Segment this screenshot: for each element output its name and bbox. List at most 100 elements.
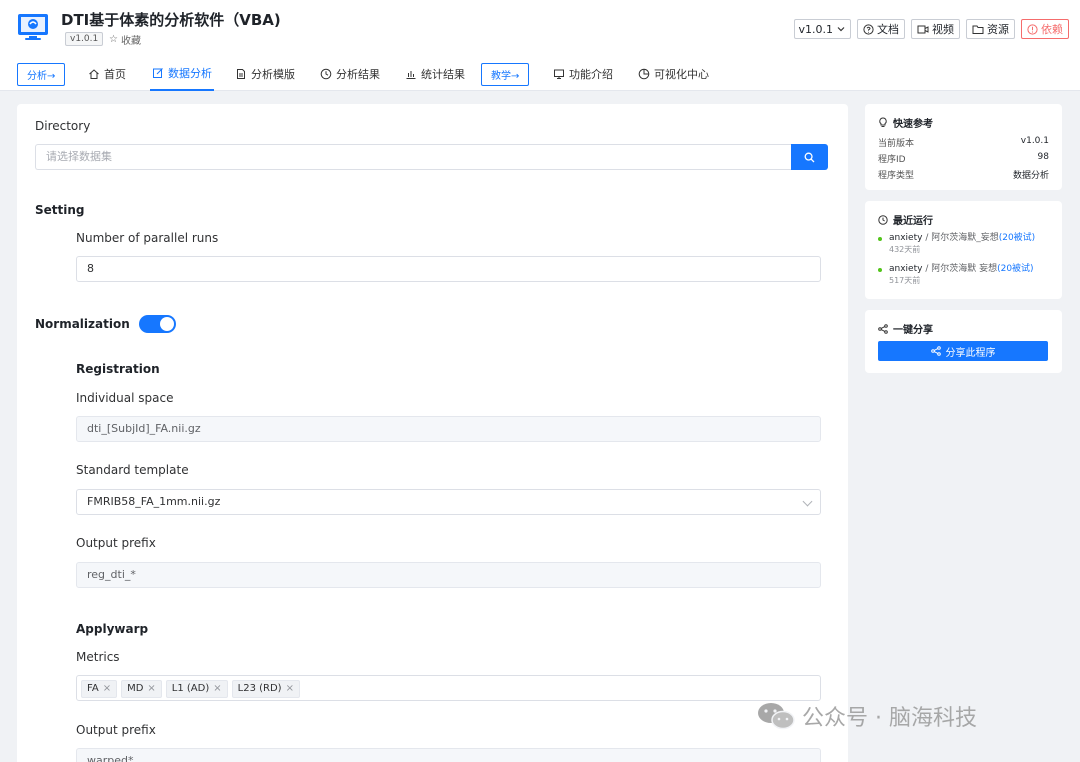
close-icon[interactable]: × xyxy=(213,681,221,697)
clock-icon xyxy=(320,68,332,79)
watermark-text: 公众号 · 脑海科技 xyxy=(802,706,977,731)
metric-tag-label: L1 (AD) xyxy=(171,683,210,694)
run-time: 432天前 xyxy=(889,245,921,254)
quick-ref-row: 当前版本 v1.0.1 xyxy=(878,136,1049,149)
standard-template-value: FMRIB58_FA_1mm.nii.gz xyxy=(87,495,221,508)
run-name: anxiety xyxy=(889,233,923,243)
output-prefix2-input[interactable]: warped* xyxy=(76,748,821,762)
app-header: DTI基于体素的分析软件（VBA) v1.0.1 ☆ 收藏 v1.0.1 文档 … xyxy=(0,0,1080,56)
recent-run-item[interactable]: anxiety / 阿尔茨海默 妄想(20被试) 517天前 xyxy=(878,264,1034,286)
metric-tag: L1 (AD) × xyxy=(165,680,228,698)
nav-label: 可视化中心 xyxy=(654,67,709,81)
resources-label: 资源 xyxy=(987,23,1009,36)
favorite-label: 收藏 xyxy=(120,36,141,47)
wechat-icon xyxy=(758,703,795,730)
search-icon xyxy=(804,152,815,162)
recent-runs-title: 最近运行 xyxy=(878,212,933,227)
run-time: 517天前 xyxy=(889,276,921,285)
share-title: 一键分享 xyxy=(878,321,933,336)
nav-label: 功能介绍 xyxy=(569,67,613,81)
output-prefix-label: Output prefix xyxy=(76,536,156,550)
parallel-runs-input[interactable]: 8 xyxy=(76,256,821,282)
analyze-arrow-button[interactable]: 分析→ xyxy=(17,63,66,86)
quick-reference-card: 快速参考 当前版本 v1.0.1 程序ID 98 程序类型 数据分析 xyxy=(865,104,1062,190)
edit-icon xyxy=(153,67,163,78)
parallel-runs-label: Number of parallel runs xyxy=(76,231,219,245)
chevron-down-icon xyxy=(802,496,813,507)
directory-search-button[interactable] xyxy=(791,144,828,170)
nav-item-visualization-center[interactable]: 可视化中心 xyxy=(638,56,709,91)
share-icon xyxy=(878,323,888,334)
version-select[interactable]: v1.0.1 xyxy=(793,19,851,39)
metric-tag: L23 (RD) × xyxy=(231,680,300,698)
quick-ref-value: v1.0.1 xyxy=(1020,136,1049,146)
individual-space-input[interactable]: dti_[SubjId]_FA.nii.gz xyxy=(76,416,821,442)
close-icon[interactable]: × xyxy=(286,681,294,697)
nav-item-analysis-results[interactable]: 分析结果 xyxy=(320,56,380,91)
nav-label: 分析结果 xyxy=(336,67,380,81)
toggle-knob xyxy=(160,317,174,331)
normalization-toggle[interactable] xyxy=(139,315,176,333)
metrics-multiselect[interactable]: FA × MD × L1 (AD) × L23 (RD) × xyxy=(76,675,821,701)
nav-item-statistics-results[interactable]: 统计结果 xyxy=(405,56,465,91)
nav-item-home[interactable]: 首页 xyxy=(88,56,126,91)
nav-item-features[interactable]: 功能介绍 xyxy=(553,56,613,91)
metric-tag-label: MD xyxy=(127,683,144,694)
video-icon xyxy=(917,25,929,33)
quick-reference-title: 快速参考 xyxy=(878,115,933,130)
metrics-label: Metrics xyxy=(76,650,120,664)
recent-run-item[interactable]: anxiety / 阿尔茨海默_妄想(20被试) 432天前 xyxy=(878,233,1035,255)
setting-title: Setting xyxy=(35,203,85,217)
normalization-title: Normalization xyxy=(35,317,130,331)
quick-ref-value: 98 xyxy=(1037,152,1049,162)
nav-item-analysis-template[interactable]: 分析模版 xyxy=(235,56,295,91)
share-program-button[interactable]: 分享此程序 xyxy=(878,341,1048,361)
close-icon[interactable]: × xyxy=(103,681,111,697)
watermark: 公众号 · 脑海科技 xyxy=(756,700,977,732)
clock-icon xyxy=(878,214,888,225)
quick-reference-label: 快速参考 xyxy=(893,119,933,130)
run-subject-count: (20被试) xyxy=(998,233,1036,243)
dependencies-button[interactable]: 依赖 xyxy=(1021,19,1069,39)
nav-item-data-analysis[interactable]: 数据分析 xyxy=(150,56,214,91)
docs-label: 文档 xyxy=(877,23,899,36)
favorite-button[interactable]: ☆ 收藏 xyxy=(109,32,141,47)
run-project: / 阿尔茨海默 妄想 xyxy=(922,264,998,274)
nav-label: 统计结果 xyxy=(421,67,465,81)
docs-button[interactable]: 文档 xyxy=(857,19,905,39)
output-prefix-input[interactable]: reg_dti_* xyxy=(76,562,821,588)
directory-input[interactable]: 请选择数据集 xyxy=(35,144,791,170)
share-button-label: 分享此程序 xyxy=(945,347,996,359)
dependencies-label: 依赖 xyxy=(1041,23,1063,36)
quick-ref-row: 程序类型 数据分析 xyxy=(878,168,1049,181)
star-icon: ☆ xyxy=(109,34,118,45)
status-dot xyxy=(878,268,882,272)
resources-button[interactable]: 资源 xyxy=(966,19,1015,39)
quick-ref-key: 程序类型 xyxy=(878,171,915,181)
teach-arrow-button[interactable]: 教学→ xyxy=(481,63,530,86)
warning-circle-icon xyxy=(1027,23,1038,35)
version-select-value: v1.0.1 xyxy=(798,22,834,36)
applywarp-title: Applywarp xyxy=(76,622,149,636)
quick-ref-key: 当前版本 xyxy=(878,139,915,149)
share-icon xyxy=(930,346,941,356)
video-label: 视频 xyxy=(932,23,954,36)
document-icon xyxy=(237,68,245,79)
analysis-form-card: Directory 请选择数据集 Setting Number of paral… xyxy=(17,104,848,762)
version-tag: v1.0.1 xyxy=(65,32,104,46)
nav-label: 数据分析 xyxy=(168,66,212,80)
metric-tag-label: L23 (RD) xyxy=(237,683,282,694)
help-circle-icon xyxy=(863,23,874,35)
lightbulb-icon xyxy=(879,117,887,127)
app-logo-icon xyxy=(18,14,48,40)
recent-runs-card: 最近运行 anxiety / 阿尔茨海默_妄想(20被试) 432天前 anxi… xyxy=(865,201,1062,299)
video-button[interactable]: 视频 xyxy=(911,19,960,39)
run-project: / 阿尔茨海默_妄想 xyxy=(922,233,999,243)
close-icon[interactable]: × xyxy=(147,681,155,697)
bar-chart-icon xyxy=(406,70,416,79)
metric-tag: MD × xyxy=(121,680,162,698)
app-title: DTI基于体素的分析软件（VBA) xyxy=(61,11,281,29)
standard-template-select[interactable]: FMRIB58_FA_1mm.nii.gz xyxy=(76,489,821,515)
status-dot xyxy=(878,237,882,241)
directory-label: Directory xyxy=(35,119,91,133)
